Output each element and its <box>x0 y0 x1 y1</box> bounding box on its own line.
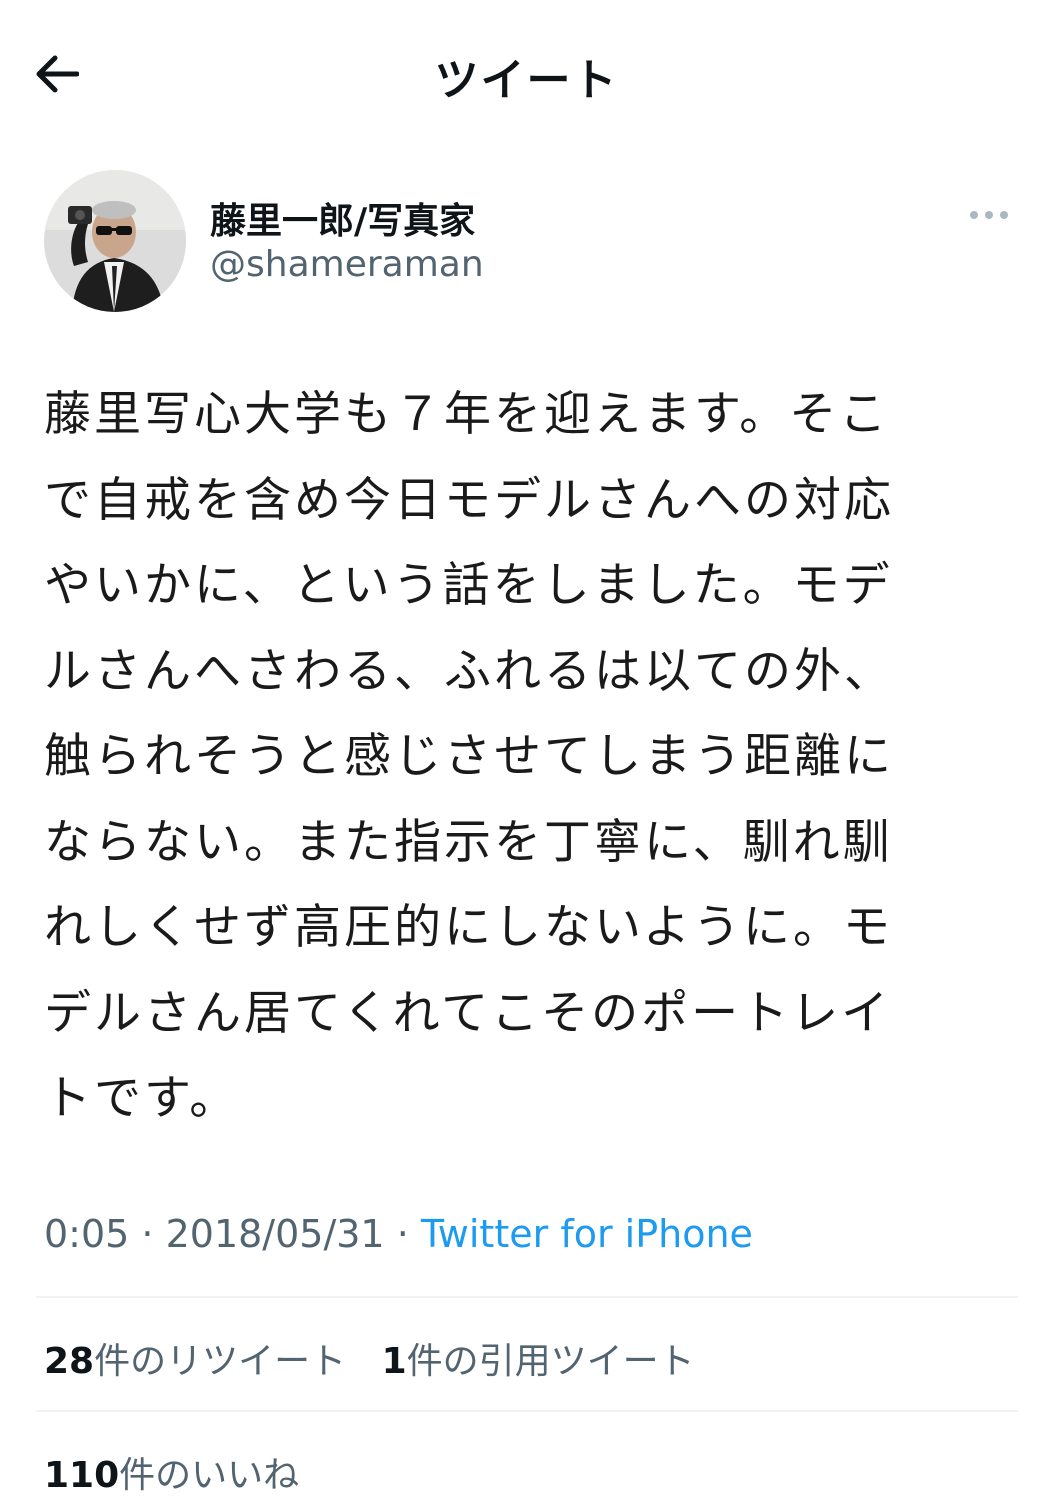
display-name[interactable]: 藤里一郎/写真家 <box>210 192 475 244</box>
likes-row: 110件のいいね <box>44 1446 299 1498</box>
like-count: 110 <box>44 1455 120 1496</box>
tweet-text-line: れしくせず高圧的にしないように。モ <box>44 900 894 955</box>
more-horizontal-icon <box>970 211 1008 219</box>
quote-label: 件の引用ツイート <box>406 1341 695 1382</box>
tweet-meta: 0:05 · 2018/05/31 · Twitter for iPhone <box>44 1212 753 1256</box>
like-label: 件のいいね <box>119 1455 300 1496</box>
page-title: ツイート <box>434 55 619 106</box>
tweet-author: 藤里一郎/写真家 @shameraman <box>44 170 1014 312</box>
tweet-time[interactable]: 0:05 <box>44 1212 129 1256</box>
tweet-text: 藤里写心大学も７年を迎えます。そこ で自戒を含め今日モデルさんへの対応 やいかに… <box>44 372 1019 1142</box>
avatar-photo <box>44 170 186 312</box>
tweet-text-line: で自戒を含め今日モデルさんへの対応 <box>44 472 894 528</box>
retweet-count: 28 <box>44 1341 95 1382</box>
likes-stat[interactable]: 110件のいいね <box>44 1446 299 1498</box>
quotes-stat[interactable]: 1件の引用ツイート <box>382 1332 695 1384</box>
tweet-date[interactable]: 2018/05/31 <box>166 1212 385 1256</box>
meta-separator: · <box>384 1212 421 1256</box>
quote-count: 1 <box>381 1341 407 1382</box>
meta-separator: · <box>129 1212 166 1256</box>
tweet-text-line: 藤里写心大学も７年を迎えます。そこ <box>44 387 890 442</box>
top-bar: ツイート <box>0 0 1053 150</box>
more-options-button[interactable] <box>964 200 1014 230</box>
tweet-source-link[interactable]: Twitter for iPhone <box>421 1212 753 1256</box>
stats-row: 28件のリツイート 1件の引用ツイート <box>44 1332 695 1384</box>
avatar[interactable] <box>44 170 186 312</box>
tweet-text-line: トです。 <box>44 1071 240 1126</box>
retweet-label: 件のリツイート <box>94 1341 347 1382</box>
user-handle[interactable]: @shameraman <box>210 244 484 285</box>
tweet-text-line: やいかに、という話をしました。モデ <box>44 558 893 613</box>
divider <box>36 1410 1018 1412</box>
tweet-text-line: デルさん居てくれてこそのポートレイ <box>44 985 892 1041</box>
tweet-text-line: 触られそうと感じさせてしまう距離に <box>44 729 894 784</box>
tweet-text-line: ならない。また指示を丁寧に、馴れ馴 <box>44 814 893 870</box>
retweets-stat[interactable]: 28件のリツイート <box>44 1332 346 1384</box>
divider <box>36 1296 1018 1298</box>
tweet-text-line: ルさんへさわる、ふれるは以ての外、 <box>44 643 894 699</box>
